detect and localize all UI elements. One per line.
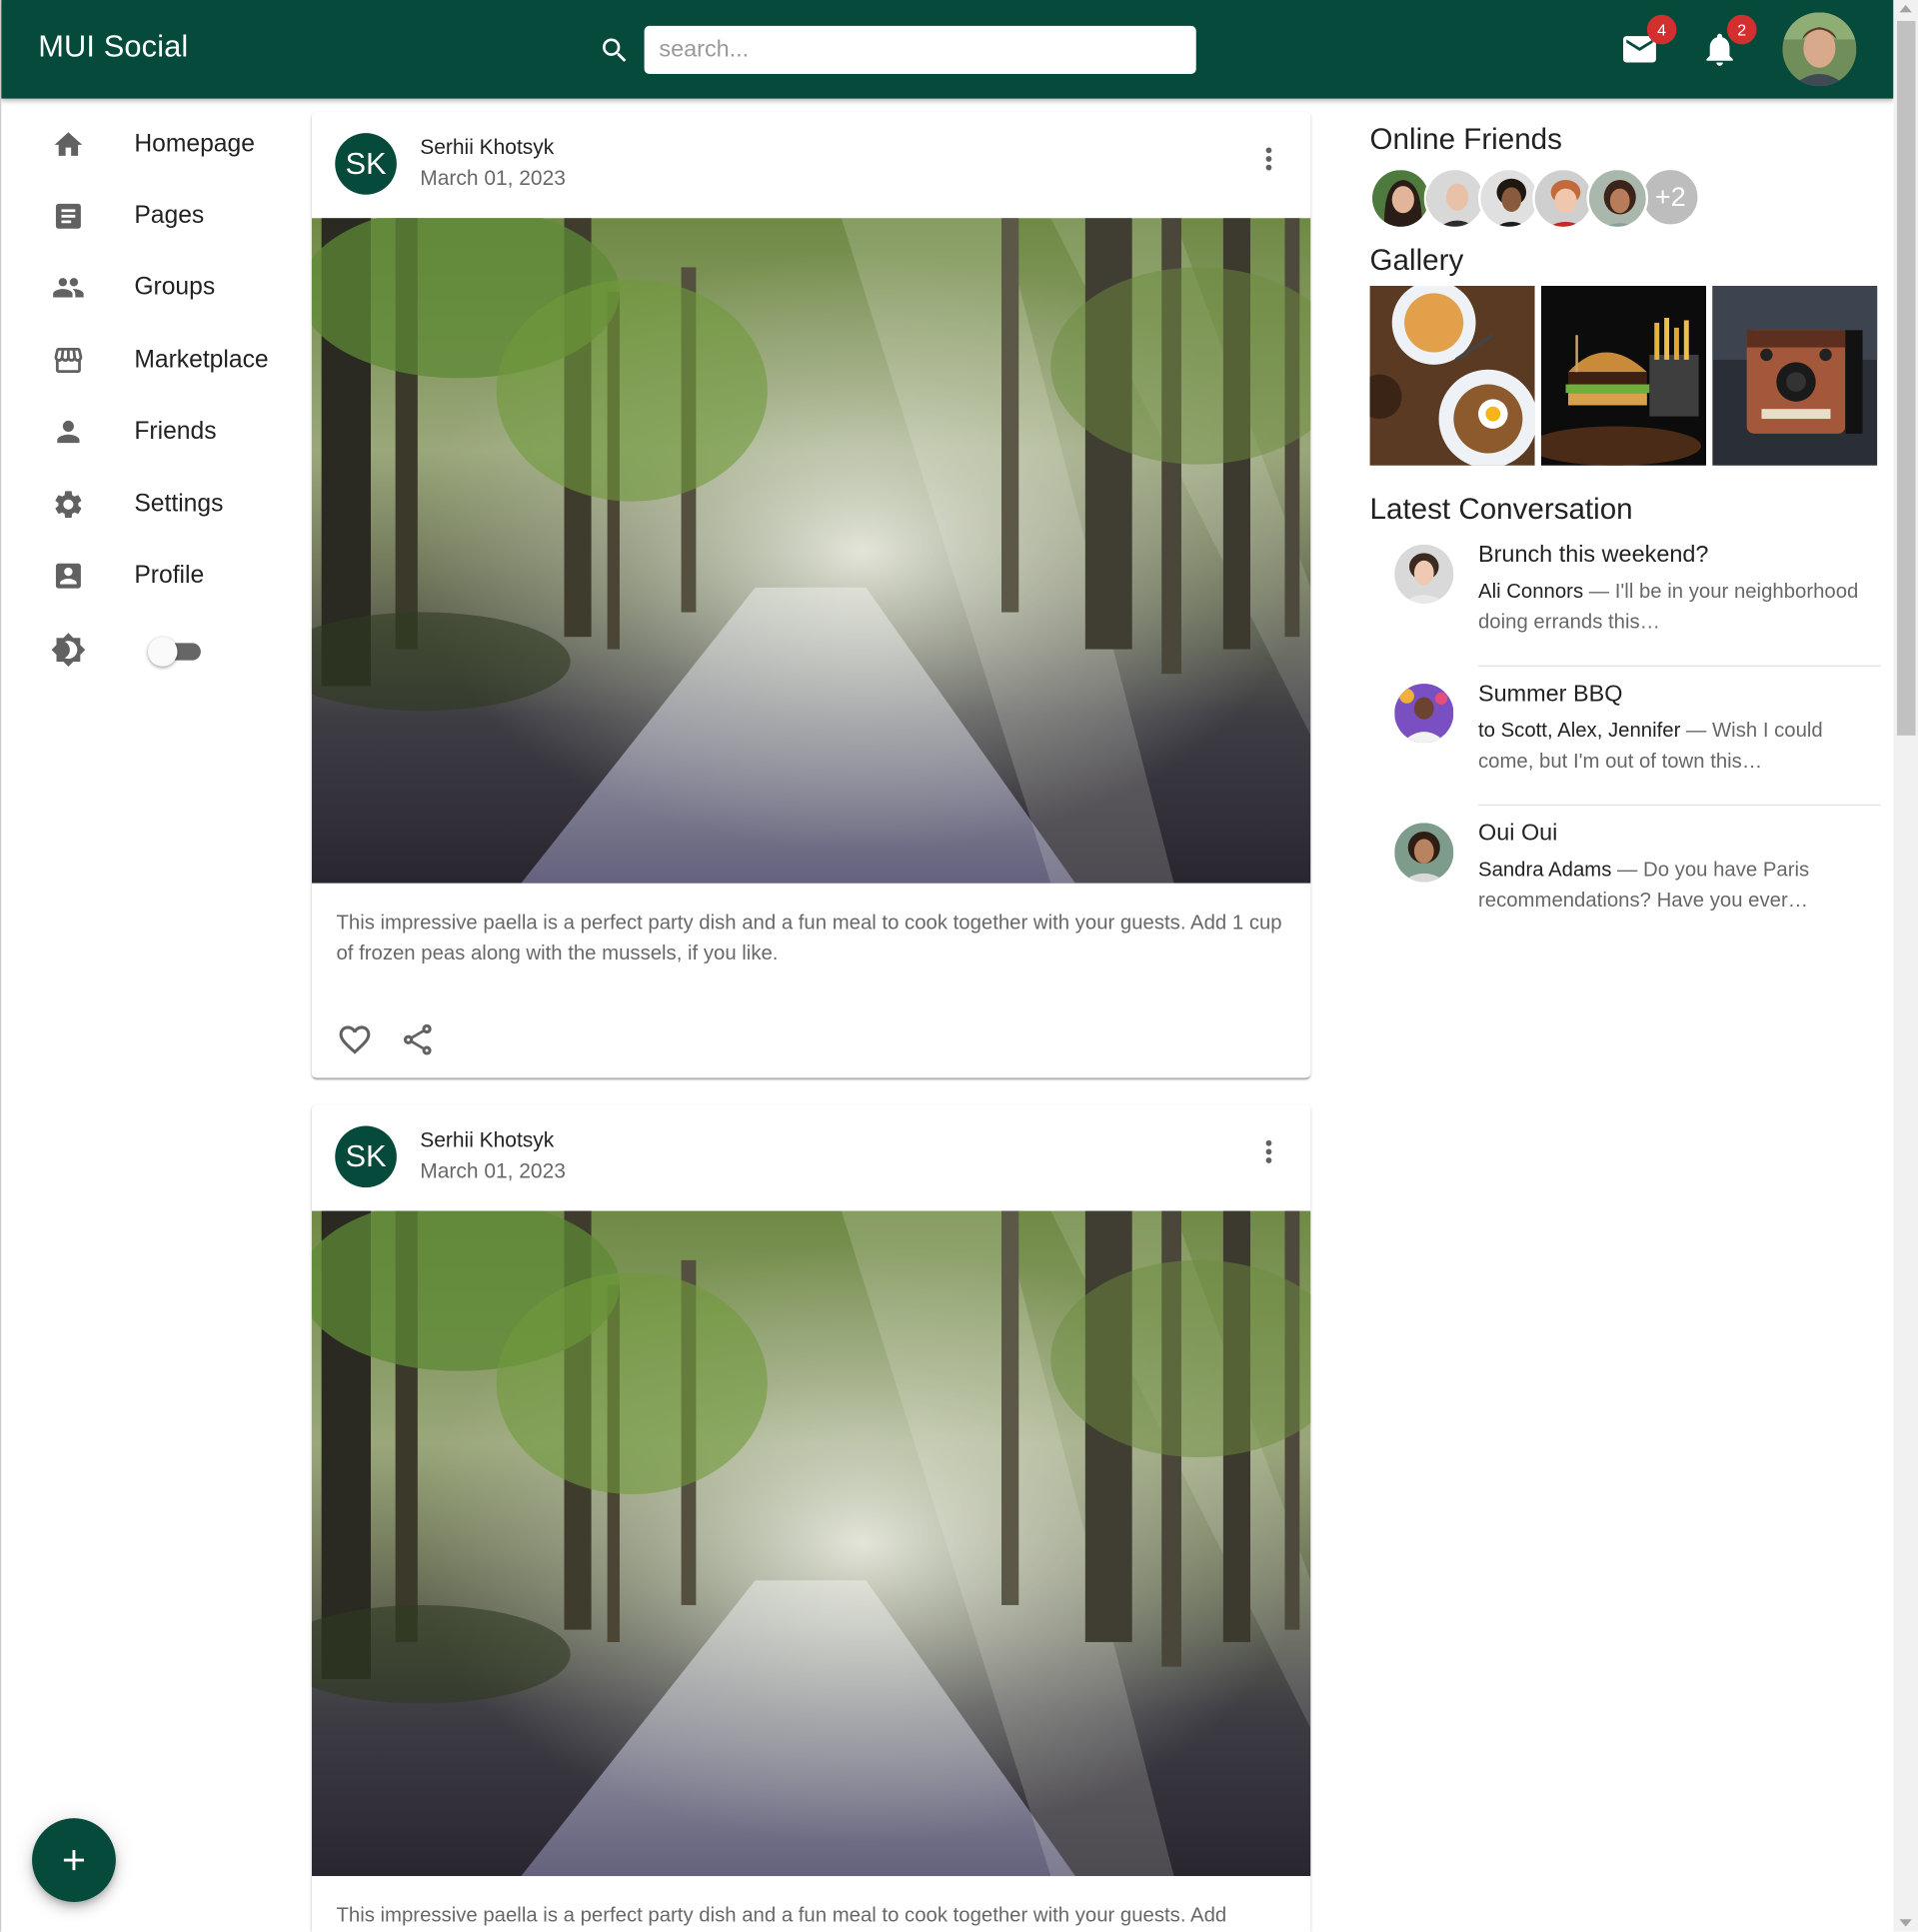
conversation-list: Brunch this weekend? Ali Connors — I'll … xyxy=(1370,528,1882,946)
post-text: This impressive paella is a perfect part… xyxy=(336,912,1282,966)
conversation-preview: Ali Connors — I'll be in your neighborho… xyxy=(1478,577,1872,639)
conversation-avatar xyxy=(1394,823,1454,883)
scroll-thumb[interactable] xyxy=(1897,20,1916,736)
share-icon[interactable] xyxy=(399,1021,436,1058)
post-header: SK Serhii Khotsyk March 01, 2023 xyxy=(312,112,1311,218)
author-avatar[interactable]: SK xyxy=(335,133,397,195)
conversation-item[interactable]: Oui Oui Sandra Adams — Do you have Paris… xyxy=(1370,806,1881,945)
gallery-image-camera[interactable] xyxy=(1712,285,1878,466)
user-avatar[interactable] xyxy=(1782,12,1857,87)
friend-avatar[interactable] xyxy=(1369,167,1432,230)
search-bar xyxy=(599,25,1196,74)
sidebar-nav: Homepage Pages Groups Marketplace Friend… xyxy=(1,108,297,698)
scroll-up-arrow-icon[interactable] xyxy=(1899,4,1912,13)
sidebar-item-label: Friends xyxy=(134,418,217,446)
online-friends-title: Online Friends xyxy=(1369,123,1562,157)
home-icon xyxy=(54,131,83,156)
conversation-sender: Sandra Adams xyxy=(1478,859,1612,882)
article-icon xyxy=(55,203,81,229)
sidebar-item-label: Homepage xyxy=(134,130,255,158)
friend-avatar[interactable] xyxy=(1532,167,1594,230)
conversation-title: Brunch this weekend? xyxy=(1478,542,1709,569)
gallery-image-breakfast[interactable] xyxy=(1369,285,1535,466)
add-post-button[interactable] xyxy=(32,1818,116,1902)
group-icon xyxy=(53,278,84,299)
conversation-item[interactable]: Brunch this weekend? Ali Connors — I'll … xyxy=(1370,528,1882,667)
gallery-title: Gallery xyxy=(1369,244,1464,278)
sidebar-item-label: Groups xyxy=(134,274,216,302)
notifications-badge: 2 xyxy=(1726,14,1757,45)
storefront-icon xyxy=(54,347,83,373)
sidebar-item-label: Settings xyxy=(134,490,224,518)
sidebar-item-groups[interactable]: Groups xyxy=(1,252,297,324)
conversation-item[interactable]: Summer BBQ to Scott, Alex, Jennifer — Wi… xyxy=(1370,667,1882,807)
sidebar-item-label: Marketplace xyxy=(134,346,269,374)
conversation-avatar xyxy=(1394,684,1454,744)
brightness-icon xyxy=(51,632,86,667)
sidebar-item-homepage[interactable]: Homepage xyxy=(1,108,297,180)
sidebar-item-label: Pages xyxy=(134,202,205,230)
sidebar-item-marketplace[interactable]: Marketplace xyxy=(1,324,297,396)
mail-badge: 4 xyxy=(1646,14,1677,45)
gallery-grid xyxy=(1369,285,1881,466)
scroll-down-arrow-icon[interactable] xyxy=(1899,1919,1912,1927)
theme-toggle-row xyxy=(1,612,297,698)
app-bar: MUI Social 4 2 xyxy=(1,0,1894,99)
author-avatar[interactable]: SK xyxy=(335,1125,397,1188)
mail-button[interactable]: 4 xyxy=(1620,14,1677,69)
favorite-icon[interactable] xyxy=(336,1021,373,1058)
gear-icon xyxy=(55,490,82,518)
post-date: March 01, 2023 xyxy=(420,166,566,190)
post-author: Serhii Khotsyk xyxy=(420,135,555,159)
sidebar-item-profile[interactable]: Profile xyxy=(1,540,297,612)
gallery-image-burger[interactable] xyxy=(1540,285,1707,466)
post-actions xyxy=(312,969,1311,1068)
sidebar-item-label: Profile xyxy=(134,562,205,590)
post-image xyxy=(311,1210,1311,1877)
friend-avatar[interactable] xyxy=(1586,167,1649,230)
add-icon xyxy=(63,1850,85,1871)
app-title: MUI Social xyxy=(38,29,189,65)
post-header: SK Serhii Khotsyk March 01, 2023 xyxy=(312,1105,1311,1211)
switch-thumb xyxy=(147,636,178,667)
conversation-preview: to Scott, Alex, Jennifer — Wish I could … xyxy=(1478,716,1872,778)
more-vert-icon[interactable] xyxy=(1251,142,1286,177)
conversation-preview: Sandra Adams — Do you have Paris recomme… xyxy=(1478,855,1872,917)
friend-avatar[interactable] xyxy=(1478,167,1540,230)
latest-conversation-title: Latest Conversation xyxy=(1369,492,1633,527)
right-panel: Online Friends +2 Gallery Latest Convers… xyxy=(1369,123,1882,946)
person-icon xyxy=(57,421,80,444)
sidebar-item-settings[interactable]: Settings xyxy=(1,468,297,540)
conversation-title: Summer BBQ xyxy=(1478,681,1623,708)
online-friends-group: +2 xyxy=(1369,167,1881,232)
post-card: SK Serhii Khotsyk March 01, 2023 This im… xyxy=(311,112,1311,1078)
conversation-avatar xyxy=(1394,544,1454,604)
post-author: Serhii Khotsyk xyxy=(420,1127,555,1152)
conversation-sender: to Scott, Alex, Jennifer xyxy=(1478,719,1681,742)
dark-mode-switch[interactable] xyxy=(144,636,206,668)
conversation-sender: Ali Connors xyxy=(1478,580,1584,603)
user-avatar-image xyxy=(1782,12,1857,87)
post-image xyxy=(311,218,1311,884)
post-text: This impressive paella is a perfect part… xyxy=(336,1904,1227,1927)
conversation-title: Oui Oui xyxy=(1478,820,1558,847)
post-date: March 01, 2023 xyxy=(420,1158,566,1183)
sidebar-item-friends[interactable]: Friends xyxy=(1,396,297,468)
sidebar-item-pages[interactable]: Pages xyxy=(1,180,297,252)
post-card: SK Serhii Khotsyk March 01, 2023 This im… xyxy=(311,1104,1311,1932)
page-scrollbar[interactable] xyxy=(1893,0,1918,1932)
more-vert-icon[interactable] xyxy=(1251,1134,1286,1169)
search-icon[interactable] xyxy=(599,34,631,66)
app-window: MUI Social 4 2 Homepage xyxy=(0,0,1918,1932)
more-friends-count[interactable]: +2 xyxy=(1640,167,1700,227)
friend-avatar[interactable] xyxy=(1423,167,1486,230)
search-input[interactable] xyxy=(644,25,1196,74)
notifications-button[interactable]: 2 xyxy=(1700,14,1757,69)
account-box-icon xyxy=(55,563,81,589)
